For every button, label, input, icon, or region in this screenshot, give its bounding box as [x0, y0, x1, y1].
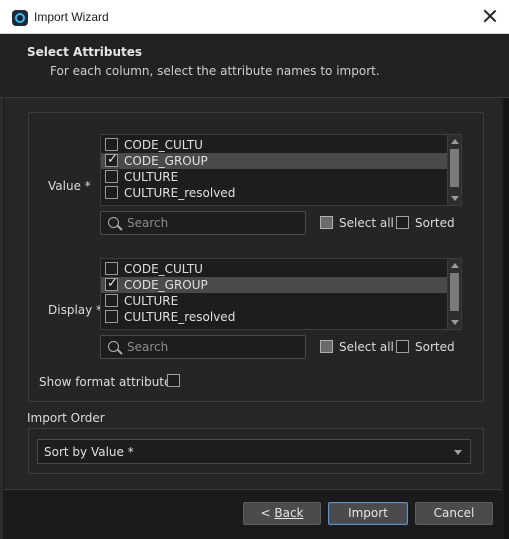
list-item[interactable]: CODE_GROUP	[101, 152, 447, 169]
import-button[interactable]: Import	[328, 502, 408, 525]
display-select-all-checkbox[interactable]: Select all	[320, 339, 394, 355]
cancel-button[interactable]: Cancel	[415, 502, 493, 525]
item-checkbox[interactable]	[105, 276, 118, 291]
list-item[interactable]: CULTURE	[101, 169, 447, 185]
value-search-input[interactable]	[127, 214, 299, 232]
item-checkbox[interactable]	[105, 186, 118, 199]
scroll-down-arrow-icon[interactable]	[451, 320, 459, 325]
back-prefix: <	[260, 506, 275, 520]
list-item[interactable]: CODE_GROUP	[101, 276, 447, 293]
item-label: CODE_CULTU	[124, 138, 203, 152]
checkbox-box[interactable]	[396, 340, 409, 353]
display-search-input[interactable]	[127, 338, 299, 356]
checkbox-box[interactable]	[320, 216, 333, 229]
page-title: Select Attributes	[27, 45, 143, 59]
value-search-box[interactable]	[100, 211, 306, 235]
display-attribute-list[interactable]: CODE_CULTU CODE_GROUP CULTURE CULTURE_re…	[100, 258, 462, 330]
select-all-label: Select all	[339, 216, 394, 230]
wizard-header: Select Attributes For each column, selec…	[0, 34, 509, 98]
window-title: Import Wizard	[34, 10, 109, 24]
list-item[interactable]: CULTURE	[101, 293, 447, 309]
select-all-label: Select all	[339, 340, 394, 354]
item-label: CODE_GROUP	[124, 154, 208, 168]
item-checkbox[interactable]	[105, 262, 118, 275]
sorted-label: Sorted	[415, 216, 455, 230]
scroll-up-arrow-icon[interactable]	[451, 263, 459, 268]
show-format-attributes-label: Show format attributes	[39, 375, 178, 389]
item-checkbox[interactable]	[105, 310, 118, 323]
checkbox-box[interactable]	[396, 216, 409, 229]
footer-divider	[4, 489, 502, 490]
display-sorted-checkbox[interactable]: Sorted	[396, 339, 456, 355]
display-search-box[interactable]	[100, 335, 306, 359]
back-button[interactable]: < Back	[243, 502, 321, 525]
item-label: CULTURE_resolved	[124, 186, 236, 200]
item-checkbox[interactable]	[105, 138, 118, 151]
value-label: Value *	[48, 179, 91, 193]
list-scrollbar[interactable]	[447, 135, 461, 205]
list-item[interactable]: CODE_CULTU	[101, 261, 447, 277]
sorted-label: Sorted	[415, 340, 455, 354]
search-icon	[108, 217, 119, 228]
item-checkbox[interactable]	[105, 170, 118, 183]
title-bar: Import Wizard	[0, 0, 509, 34]
show-format-attributes-checkbox[interactable]	[167, 374, 180, 387]
import-order-label: Import Order	[27, 411, 105, 425]
scroll-up-arrow-icon[interactable]	[451, 139, 459, 144]
item-label: CULTURE_resolved	[124, 310, 236, 324]
scroll-down-arrow-icon[interactable]	[451, 196, 459, 201]
import-order-selected: Sort by Value *	[44, 445, 134, 459]
scrollbar-thumb[interactable]	[450, 273, 459, 311]
value-sorted-checkbox[interactable]: Sorted	[396, 215, 456, 231]
back-label: Back	[274, 506, 304, 520]
display-label: Display *	[48, 303, 103, 317]
search-icon	[108, 341, 119, 352]
window-left-edge	[0, 34, 3, 539]
item-label: CULTURE	[124, 170, 179, 184]
checkbox-box[interactable]	[320, 340, 333, 353]
list-item[interactable]: CULTURE_resolved	[101, 309, 447, 325]
item-label: CULTURE	[124, 294, 179, 308]
value-attribute-list[interactable]: CODE_CULTU CODE_GROUP CULTURE CULTURE_re…	[100, 134, 462, 206]
item-checkbox[interactable]	[105, 294, 118, 307]
scrollbar-thumb[interactable]	[450, 149, 459, 187]
value-select-all-checkbox[interactable]: Select all	[320, 215, 394, 231]
app-logo-icon	[12, 10, 28, 26]
item-checkbox[interactable]	[105, 152, 118, 167]
list-scrollbar[interactable]	[447, 259, 461, 329]
close-icon[interactable]	[483, 9, 497, 23]
page-subtitle: For each column, select the attribute na…	[50, 64, 380, 78]
list-item[interactable]: CODE_CULTU	[101, 137, 447, 153]
chevron-down-icon[interactable]	[454, 450, 462, 455]
item-label: CODE_GROUP	[124, 278, 208, 292]
window-right-edge	[504, 34, 509, 539]
list-item[interactable]: CULTURE_resolved	[101, 185, 447, 201]
import-order-dropdown[interactable]: Sort by Value *	[37, 439, 471, 464]
item-label: CODE_CULTU	[124, 262, 203, 276]
